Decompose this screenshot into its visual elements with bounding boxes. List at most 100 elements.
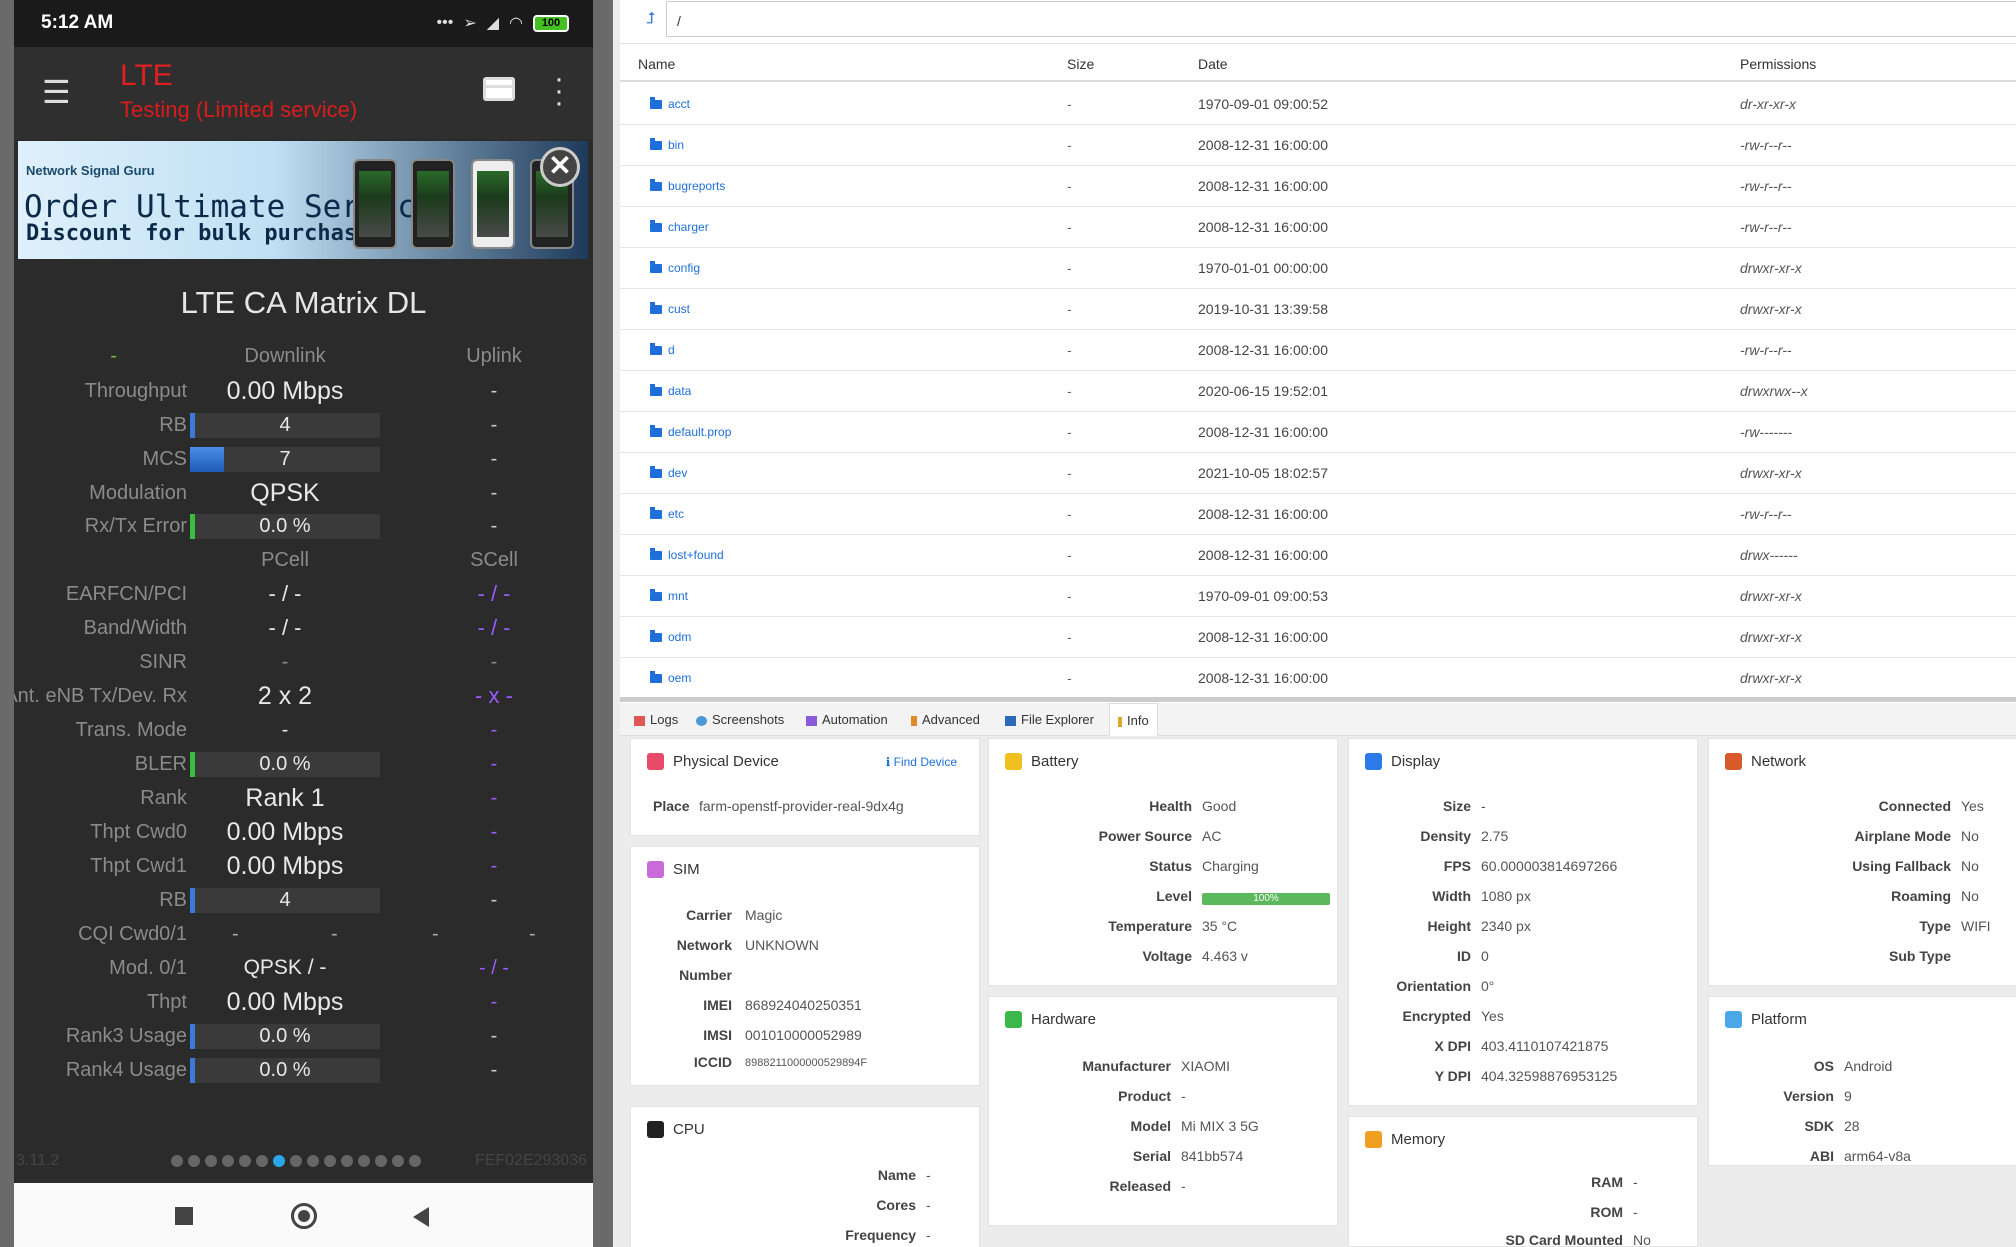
recents-icon[interactable] (175, 1207, 193, 1225)
page-dot[interactable] (341, 1155, 353, 1167)
file-name[interactable]: charger (650, 207, 709, 247)
file-row[interactable]: charger - 2008-12-31 16:00:00 -rw-r--r-- (620, 207, 2016, 248)
device-icon (647, 753, 664, 770)
page-dot[interactable] (409, 1155, 421, 1167)
parent-dir-icon[interactable]: ⮥ (646, 10, 655, 28)
overflow-menu-icon[interactable]: · · · (554, 64, 564, 118)
row-value-2: - x - (475, 683, 513, 708)
row-value-2: - (490, 855, 498, 877)
col-date[interactable]: Date (1198, 56, 1228, 72)
file-row[interactable]: dev - 2021-10-05 18:02:57 drwxr-xr-x (620, 453, 2016, 494)
page-dot[interactable] (358, 1155, 370, 1167)
file-name[interactable]: bugreports (650, 166, 725, 206)
row-value: 0.00 Mbps (226, 377, 344, 405)
file-row[interactable]: lost+found - 2008-12-31 16:00:00 drwx------ (620, 535, 2016, 576)
tab-advanced[interactable]: Advanced (903, 703, 988, 736)
tab-info[interactable]: Info (1109, 703, 1158, 736)
page-dot[interactable] (222, 1155, 234, 1167)
sim-card-icon[interactable] (483, 77, 515, 101)
file-name[interactable]: dev (650, 453, 687, 493)
tab-screenshots[interactable]: Screenshots (688, 703, 792, 736)
kv-iccid: ICCID 8988211000000529894F (631, 1054, 979, 1074)
file-row[interactable]: default.prop - 2008-12-31 16:00:00 -rw-----… (620, 412, 2016, 453)
device-screen[interactable]: 5:12 AM ••• ➢ ◢ ◠ 100 ☰ LTE Testing (Lim… (14, 0, 593, 1247)
folder-icon (650, 548, 662, 561)
page-dot[interactable] (375, 1155, 387, 1167)
ad-banner[interactable]: Network Signal Guru Order Ultimate Servi… (18, 141, 588, 259)
file-name[interactable]: oem (650, 658, 691, 698)
page-dot[interactable] (205, 1155, 217, 1167)
kv-imsi: IMSI 001010000052989 (631, 1027, 979, 1047)
kv-value: - (1633, 1174, 1638, 1190)
file-row[interactable]: bin - 2008-12-31 16:00:00 -rw-r--r-- (620, 125, 2016, 166)
page-dot[interactable] (307, 1155, 319, 1167)
file-date: 2008-12-31 16:00:00 (1198, 178, 1328, 194)
error-bar: 0.0 % (190, 514, 380, 539)
back-icon[interactable] (413, 1207, 429, 1227)
card-title: SIM (673, 861, 700, 878)
file-permissions: -rw-r--r-- (1740, 342, 1792, 358)
row-label: Rank4 Usage (65, 1059, 187, 1081)
file-name[interactable]: d (650, 330, 675, 370)
tab-file-explorer[interactable]: File Explorer (997, 703, 1102, 736)
kv-key: Y DPI (1434, 1068, 1471, 1084)
kv-voltage: Voltage 4.463 v (989, 948, 1337, 968)
close-ad-icon[interactable]: ✕ (540, 147, 580, 187)
pane-splitter[interactable] (620, 697, 2016, 702)
file-row[interactable]: etc - 2008-12-31 16:00:00 -rw-r--r-- (620, 494, 2016, 535)
row-value-2: - (490, 651, 498, 673)
page-dot[interactable] (239, 1155, 251, 1167)
col-permissions[interactable]: Permissions (1740, 56, 1816, 72)
file-name[interactable]: default.prop (650, 412, 731, 452)
file-name[interactable]: cust (650, 289, 690, 329)
file-name[interactable]: etc (650, 494, 684, 534)
file-row[interactable]: acct - 1970-09-01 09:00:52 dr-xr-xr-x (620, 84, 2016, 125)
file-name-text: default.prop (668, 425, 732, 439)
row-label: EARFCN/PCI (65, 583, 187, 605)
kv-health: Health Good (989, 798, 1337, 818)
page-dot[interactable] (171, 1155, 183, 1167)
file-name[interactable]: mnt (650, 576, 688, 616)
file-row[interactable]: bugreports - 2008-12-31 16:00:00 -rw-r--r-- (620, 166, 2016, 207)
file-row[interactable]: config - 1970-01-01 00:00:00 drwxr-xr-x (620, 248, 2016, 289)
page-dot[interactable] (290, 1155, 302, 1167)
hamburger-menu-icon[interactable]: ☰ (42, 76, 71, 108)
file-row[interactable]: cust - 2019-10-31 13:39:58 drwxr-xr-x (620, 289, 2016, 330)
kv-temperature: Temperature 35 °C (989, 918, 1337, 938)
file-row[interactable]: odm - 2008-12-31 16:00:00 drwxr-xr-x (620, 617, 2016, 658)
col-name[interactable]: Name (638, 56, 675, 72)
kv-key: IMSI (703, 1027, 732, 1043)
path-input[interactable]: / (666, 1, 2016, 37)
page-dot[interactable] (188, 1155, 200, 1167)
file-name[interactable]: data (650, 371, 691, 411)
tab-automation[interactable]: Automation (798, 703, 896, 736)
file-name[interactable]: odm (650, 617, 691, 657)
file-name-text: bugreports (668, 179, 726, 193)
tab-logs[interactable]: Logs (626, 703, 686, 736)
col-size[interactable]: Size (1067, 56, 1094, 72)
matrix-row-thpt: Thpt 0.00 Mbps - (14, 987, 593, 1017)
page-dot[interactable] (324, 1155, 336, 1167)
file-row[interactable]: mnt - 1970-09-01 09:00:53 drwxr-xr-x (620, 576, 2016, 617)
file-name[interactable]: config (650, 248, 700, 288)
kv-value: No (1961, 858, 1979, 874)
file-name[interactable]: bin (650, 125, 684, 165)
file-row[interactable]: d - 2008-12-31 16:00:00 -rw-r--r-- (620, 330, 2016, 371)
kv-density: Density 2.75 (1349, 828, 1697, 848)
page-dot[interactable] (256, 1155, 268, 1167)
file-name[interactable]: lost+found (650, 535, 724, 575)
page-dot[interactable] (392, 1155, 404, 1167)
page-dots[interactable] (171, 1155, 421, 1167)
home-icon[interactable] (291, 1203, 317, 1229)
kv-value: AC (1202, 828, 1222, 844)
kv-key: IMEI (703, 997, 732, 1013)
file-name[interactable]: acct (650, 84, 690, 124)
row-value: 0.00 Mbps (226, 852, 344, 880)
file-row[interactable]: data - 2020-06-15 19:52:01 drwxrwx--x (620, 371, 2016, 412)
file-row[interactable]: oem - 2008-12-31 16:00:00 drwxr-xr-x (620, 658, 2016, 699)
row-value: - (281, 651, 289, 673)
page-dot[interactable] (273, 1155, 285, 1167)
find-device-link[interactable]: ℹ Find Device (886, 755, 957, 769)
kv-key: Model (1130, 1118, 1171, 1134)
card-header: Memory (1365, 1131, 1445, 1148)
